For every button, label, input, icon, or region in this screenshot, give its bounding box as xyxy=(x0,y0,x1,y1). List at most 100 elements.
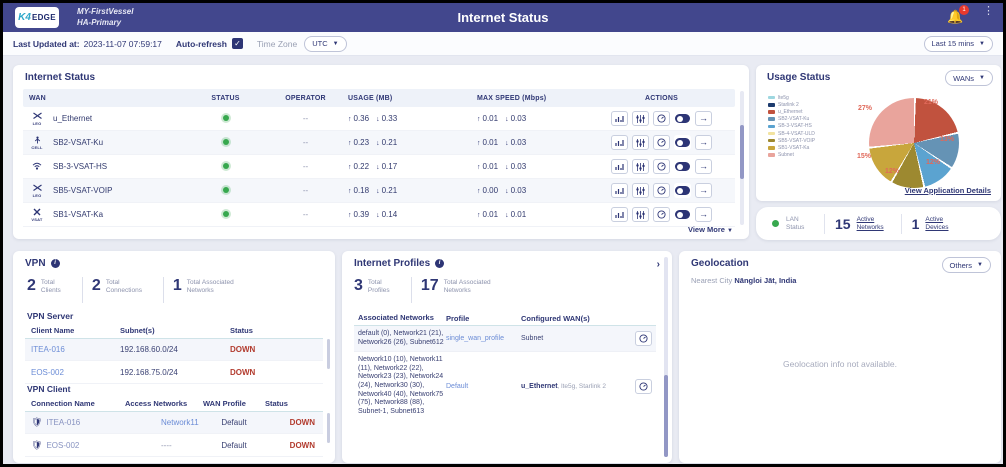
wan-toggle[interactable] xyxy=(674,183,691,198)
details-arrow-button[interactable]: → xyxy=(695,135,712,150)
cell-antenna-icon: CELL xyxy=(29,136,45,150)
col-associated-networks: Associated Networks xyxy=(354,314,446,323)
status-up-dot xyxy=(223,115,229,121)
stat-value: 17 xyxy=(421,277,439,295)
wan-toggle[interactable] xyxy=(674,135,691,150)
active-networks-link[interactable]: Active Networks xyxy=(857,216,891,232)
scrollbar[interactable] xyxy=(327,339,330,385)
chart-action-button[interactable] xyxy=(611,159,628,174)
usage-pie-chart[interactable] xyxy=(869,98,959,188)
wan-toggle[interactable] xyxy=(674,159,691,174)
wan-row: CELL SB2-VSAT-Ku -- ↑0.23↓0.21 ↑0.01↓0.0… xyxy=(23,131,735,155)
view-application-details-link[interactable]: View Application Details xyxy=(905,186,991,195)
stat-label: Total Clients xyxy=(41,277,73,295)
chart-action-button[interactable] xyxy=(611,183,628,198)
details-arrow-button[interactable]: → xyxy=(695,111,712,126)
active-devices-link[interactable]: Active Devices xyxy=(925,216,955,232)
vpn-stats: 2Total Clients 2Total Connections 1Total… xyxy=(27,277,249,303)
kebab-menu-icon[interactable]: ⋮ xyxy=(983,8,991,14)
client-name-link[interactable]: ITEA-016 xyxy=(31,345,65,354)
status-up-dot xyxy=(223,163,229,169)
configured-wans-value: Subnet xyxy=(521,326,630,351)
speedtest-action-button[interactable] xyxy=(635,331,652,346)
legend-swatch xyxy=(768,146,775,150)
geolocation-select[interactable]: Others ▼ xyxy=(942,257,991,273)
notifications-button[interactable]: 🔔 1 xyxy=(947,8,965,26)
chart-action-button[interactable] xyxy=(611,111,628,126)
usage-up: 0.39 xyxy=(354,210,370,219)
chart-action-button[interactable] xyxy=(611,207,628,222)
legend-item: Starlink 2 xyxy=(768,101,815,108)
sliders-action-button[interactable] xyxy=(632,159,649,174)
stat-label: Total Connections xyxy=(106,277,154,295)
down-arrow-icon: ↓ xyxy=(376,164,380,171)
details-arrow-button[interactable]: → xyxy=(695,159,712,174)
details-arrow-button[interactable]: → xyxy=(695,207,712,222)
speedtest-action-button[interactable] xyxy=(653,183,670,198)
chevron-down-icon: ▼ xyxy=(979,75,985,81)
profile-link[interactable]: single_wan_profile xyxy=(446,335,504,342)
wan-name[interactable]: SB1-VSAT-Ka xyxy=(53,210,103,219)
last-updated-label: Last Updated at: xyxy=(13,39,80,49)
stat-value: 2 xyxy=(92,277,101,295)
client-name-link[interactable]: EOS-002 xyxy=(31,368,64,377)
info-icon[interactable]: i xyxy=(435,259,444,268)
expand-panel-button[interactable]: › xyxy=(657,259,660,270)
speed-down: 0.03 xyxy=(511,186,527,195)
wan-toggle[interactable] xyxy=(674,111,691,126)
view-more-link[interactable]: View More ▼ xyxy=(688,225,733,234)
pie-label: 21% xyxy=(924,99,938,106)
col-actions: ACTIONS xyxy=(588,95,735,102)
profile-link[interactable]: Default xyxy=(446,383,468,390)
auto-refresh-checkbox[interactable]: ✓ xyxy=(232,38,243,49)
geolocation-panel: Geolocation Others ▼ Nearest City Nānglo… xyxy=(679,251,1001,463)
usage-up: 0.18 xyxy=(354,186,370,195)
profile-row: default (0), Network21 (21), Network26 (… xyxy=(354,325,656,352)
operator-value: -- xyxy=(263,210,348,219)
speedtest-action-button[interactable] xyxy=(653,159,670,174)
speedtest-action-button[interactable] xyxy=(653,111,670,126)
scrollbar[interactable] xyxy=(740,91,744,225)
time-range-select[interactable]: Last 15 mins ▼ xyxy=(924,36,993,52)
sliders-action-button[interactable] xyxy=(632,207,649,222)
speedtest-action-button[interactable] xyxy=(653,135,670,150)
wan-row: SB-3-VSAT-HS -- ↑0.22↓0.17 ↑0.01↓0.03 → xyxy=(23,155,735,179)
chart-action-button[interactable] xyxy=(611,135,628,150)
pie-legend: lte5g Starlink 2 u_Ethernet SB2-VSAT-Ku … xyxy=(768,94,815,159)
details-arrow-button[interactable]: → xyxy=(695,183,712,198)
wan-name[interactable]: u_Ethernet xyxy=(53,114,92,123)
sliders-action-button[interactable] xyxy=(632,135,649,150)
wan-name[interactable]: SB2-VSAT-Ku xyxy=(53,138,103,147)
legend-swatch xyxy=(768,117,775,121)
wan-name[interactable]: SB-3-VSAT-HS xyxy=(53,162,107,171)
profiles-stats: 3Total Profiles 17Total Associated Netwo… xyxy=(354,277,506,303)
geolocation-title: Geolocation xyxy=(691,258,749,269)
sliders-action-button[interactable] xyxy=(632,111,649,126)
speedtest-action-button[interactable] xyxy=(635,379,652,394)
speedtest-action-button[interactable] xyxy=(653,207,670,222)
info-icon[interactable]: i xyxy=(51,259,60,268)
time-zone-select[interactable]: UTC ▼ xyxy=(304,36,346,52)
wan-row: LEO SB5-VSAT-VOIP -- ↑0.18↓0.21 ↑0.00↓0.… xyxy=(23,179,735,203)
usage-filter-select[interactable]: WANs ▼ xyxy=(945,70,993,86)
connection-name[interactable]: ITEA-016 xyxy=(46,418,80,427)
scrollbar[interactable] xyxy=(664,257,668,457)
sliders-action-button[interactable] xyxy=(632,183,649,198)
col-operator: OPERATOR xyxy=(263,95,348,102)
access-network-link[interactable]: Network11 xyxy=(161,418,199,427)
vpn-shield-icon: 🛡 xyxy=(31,417,42,428)
usage-down: 0.21 xyxy=(382,138,398,147)
stat-value: 3 xyxy=(354,277,363,295)
vpn-panel: VPN i 2Total Clients 2Total Connections … xyxy=(13,251,335,463)
down-arrow-icon: ↓ xyxy=(505,140,509,147)
status-up-dot xyxy=(223,211,229,217)
scrollbar[interactable] xyxy=(327,413,330,457)
wan-toggle[interactable] xyxy=(674,207,691,222)
connection-name[interactable]: EOS-002 xyxy=(46,441,79,450)
col-client-name: Client Name xyxy=(25,326,120,335)
internet-status-panel: Internet Status WAN STATUS OPERATOR USAG… xyxy=(13,65,749,239)
wan-name[interactable]: SB5-VSAT-VOIP xyxy=(53,186,112,195)
pie-label: 15% xyxy=(857,153,871,160)
chevron-down-icon: ▼ xyxy=(977,262,983,268)
up-arrow-icon: ↑ xyxy=(477,212,481,219)
